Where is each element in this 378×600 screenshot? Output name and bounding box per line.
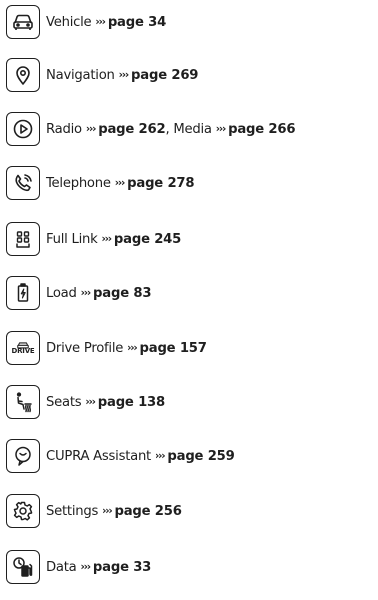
car-front-icon [6, 5, 40, 39]
page-reference-link[interactable]: page 34 [108, 15, 166, 30]
seat-heating-icon [6, 385, 40, 419]
menu-item-label: Load [46, 285, 77, 301]
reference-arrows: ››› [215, 122, 227, 135]
speech-assistant-icon [6, 439, 40, 473]
page-reference-link[interactable]: page 33 [93, 560, 151, 575]
settings-gear-icon [6, 494, 40, 528]
menu-item-telephone[interactable]: Telephone ››› page 278 [6, 165, 195, 201]
menu-item-label: Data [46, 559, 77, 575]
reference-arrows: ››› [80, 286, 92, 299]
menu-item-label: CUPRA Assistant [46, 448, 151, 464]
reference-arrows: ››› [95, 15, 106, 28]
menu-item-radio-media[interactable]: Radio ››› page 262 , Media ››› page 266 [6, 111, 296, 147]
drive-profile-icon: DRIVE [6, 331, 40, 365]
menu-item-label: Navigation [46, 67, 115, 83]
page-reference-link[interactable]: page 278 [127, 176, 194, 191]
menu-item-label: Telephone [46, 175, 111, 191]
menu-item-cupra-assistant[interactable]: CUPRA Assistant ››› page 259 [6, 438, 235, 474]
menu-item-navigation[interactable]: Navigation ››› page 269 [6, 57, 198, 93]
page-reference-link[interactable]: page 83 [93, 286, 151, 301]
reference-arrows: ››› [114, 176, 126, 189]
reference-arrows: ››› [85, 395, 96, 408]
page-reference-link[interactable]: page 245 [114, 232, 181, 247]
separator-comma: , [165, 121, 174, 137]
menu-item-settings[interactable]: Settings ››› page 256 [6, 493, 182, 529]
menu-item-drive-profile[interactable]: DRIVE Drive Profile ››› page 157 [6, 330, 207, 366]
menu-item-data[interactable]: Data ››› page 33 [6, 549, 151, 585]
data-fuel-icon [6, 550, 40, 584]
menu-item-vehicle[interactable]: Vehicle ››› page 34 [6, 4, 166, 40]
menu-item-seats[interactable]: Seats ››› page 138 [6, 384, 165, 420]
menu-item-label: Radio [46, 121, 82, 137]
reference-arrows: ››› [154, 449, 166, 462]
menu-item-label: Drive Profile [46, 340, 124, 356]
page-reference-link[interactable]: page 157 [140, 341, 207, 356]
reference-arrows: ››› [85, 122, 97, 135]
play-icon [6, 112, 40, 146]
location-pin-icon [6, 58, 40, 92]
menu-item-label-secondary: Media [173, 121, 212, 137]
menu-item-full-link[interactable]: Full Link ››› page 245 [6, 221, 181, 257]
reference-arrows: ››› [101, 232, 113, 245]
menu-item-label: Vehicle [46, 14, 92, 30]
reference-arrows: ››› [127, 341, 138, 354]
drive-icon-text: DRIVE [11, 347, 35, 355]
menu-item-label: Seats [46, 394, 82, 410]
menu-item-label: Full Link [46, 231, 98, 247]
page-reference-link[interactable]: page 138 [98, 395, 165, 410]
page-reference-link[interactable]: page 269 [131, 68, 198, 83]
battery-charge-icon [6, 276, 40, 310]
page-reference-link[interactable]: page 259 [167, 449, 234, 464]
reference-arrows: ››› [118, 68, 130, 81]
reference-arrows: ››› [102, 504, 113, 517]
telephone-icon [6, 166, 40, 200]
page-reference-link[interactable]: page 256 [114, 504, 181, 519]
menu-item-label: Settings [46, 503, 99, 519]
full-link-icon [6, 222, 40, 256]
page-reference-link-secondary[interactable]: page 266 [228, 122, 295, 137]
menu-item-load[interactable]: Load ››› page 83 [6, 275, 152, 311]
page-reference-link[interactable]: page 262 [98, 122, 165, 137]
reference-arrows: ››› [80, 560, 92, 573]
